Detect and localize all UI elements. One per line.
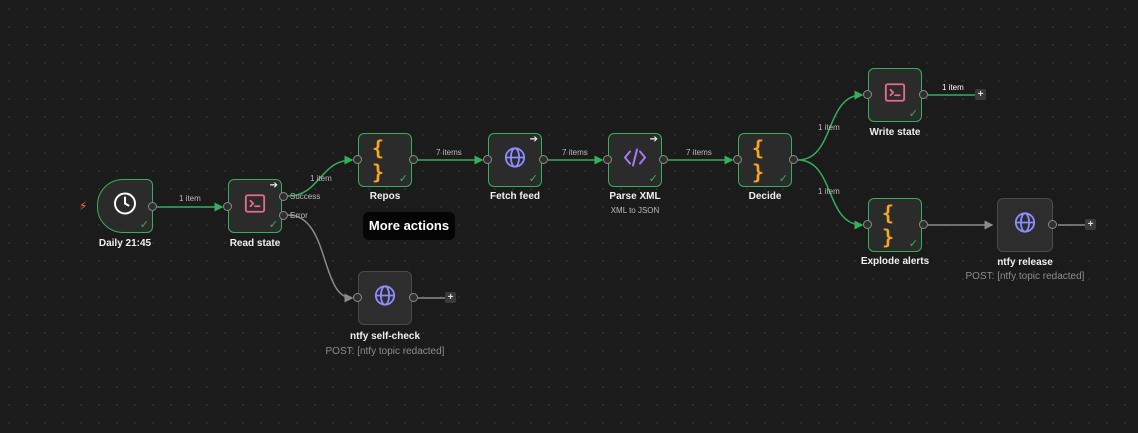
node-fetch-feed[interactable]: ➔ ✓ [488, 133, 542, 187]
code-braces-icon: { } [752, 136, 765, 184]
node-explode-alerts-output-handle[interactable] [919, 220, 928, 229]
success-check-icon: ✓ [528, 173, 538, 185]
node-repos-output-handle[interactable] [409, 155, 418, 164]
node-explode-alerts-label: Explode alerts [860, 256, 930, 267]
output-label-error: Error [290, 211, 308, 220]
trigger-bolt-icon: ⚡ [79, 199, 88, 213]
node-write-state-output-handle[interactable] [919, 90, 928, 99]
edge-label-fetch-parse: 7 items [562, 148, 588, 157]
node-repos-label: Repos [369, 191, 401, 202]
run-arrow-icon: ➔ [649, 134, 658, 145]
node-read-state-input-handle[interactable] [223, 202, 232, 211]
globe-icon [1014, 212, 1036, 239]
node-write-state[interactable]: ✓ [868, 68, 922, 122]
node-explode-alerts-input-handle[interactable] [863, 220, 872, 229]
node-read-state[interactable]: ➔ ✓ [228, 179, 282, 233]
node-ntfy-release[interactable] [997, 198, 1053, 252]
success-check-icon: ✓ [778, 173, 788, 185]
connections-layer [157, 90, 1085, 303]
node-write-state-input-handle[interactable] [863, 90, 872, 99]
edge-label-parse-decide: 7 items [686, 148, 712, 157]
terminal-icon [884, 82, 906, 109]
add-node-button-release[interactable]: + [1085, 219, 1096, 230]
node-decide[interactable]: { } ✓ [738, 133, 792, 187]
success-check-icon: ✓ [908, 238, 918, 250]
node-read-state-success-handle[interactable] [279, 192, 288, 201]
node-ntfy-selfcheck[interactable] [358, 271, 412, 325]
node-decide-output-handle[interactable] [789, 155, 798, 164]
node-daily-output-handle[interactable] [148, 202, 157, 211]
node-parse-xml[interactable]: ➔ ✓ [608, 133, 662, 187]
success-check-icon: ✓ [398, 173, 408, 185]
more-actions-tooltip: More actions [363, 212, 455, 240]
node-decide-label: Decide [748, 191, 782, 202]
edge-label-repos-fetch: 7 items [436, 148, 462, 157]
node-fetch-feed-output-handle[interactable] [539, 155, 548, 164]
node-fetch-feed-label: Fetch feed [489, 191, 540, 202]
code-brackets-icon [623, 147, 647, 174]
node-ntfy-selfcheck-input-handle[interactable] [353, 293, 362, 302]
globe-icon [374, 285, 396, 312]
node-ntfy-release-label: ntfy release [997, 257, 1053, 268]
node-read-state-label: Read state [229, 238, 281, 249]
node-write-state-label: Write state [869, 127, 921, 138]
node-parse-xml-label: Parse XML [609, 191, 661, 202]
node-ntfy-release-sublabel: POST: [ntfy topic redacted] [965, 271, 1085, 282]
globe-icon [504, 147, 526, 174]
node-read-state-error-handle[interactable] [279, 211, 288, 220]
success-check-icon: ✓ [268, 219, 278, 231]
success-check-icon: ✓ [139, 219, 149, 231]
node-parse-xml-sublabel: XML to JSON [610, 206, 660, 215]
run-arrow-icon: ➔ [529, 134, 538, 145]
code-braces-icon: { } [882, 201, 895, 249]
edge-label-read-repos: 1 item [310, 174, 332, 183]
node-parse-xml-input-handle[interactable] [603, 155, 612, 164]
node-ntfy-release-output-handle[interactable] [1048, 220, 1057, 229]
node-fetch-feed-input-handle[interactable] [483, 155, 492, 164]
node-ntfy-selfcheck-label: ntfy self-check [349, 331, 421, 342]
success-check-icon: ✓ [908, 108, 918, 120]
run-arrow-icon: ➔ [269, 180, 278, 191]
node-daily-trigger[interactable]: ✓ [97, 179, 153, 233]
node-repos[interactable]: { } ✓ [358, 133, 412, 187]
edge-label-daily-read: 1 item [179, 194, 201, 203]
clock-icon [113, 192, 137, 221]
node-explode-alerts[interactable]: { } ✓ [868, 198, 922, 252]
add-node-button-selfcheck[interactable]: + [445, 292, 456, 303]
node-ntfy-selfcheck-sublabel: POST: [ntfy topic redacted] [325, 346, 445, 357]
terminal-icon [244, 193, 266, 220]
edge-read-selfcheck [287, 214, 354, 303]
node-ntfy-selfcheck-output-handle[interactable] [409, 293, 418, 302]
node-decide-input-handle[interactable] [733, 155, 742, 164]
code-braces-icon: { } [372, 136, 385, 184]
success-check-icon: ✓ [648, 173, 658, 185]
add-node-button-write[interactable]: + [975, 89, 986, 100]
edge-label-write-out: 1 item [942, 83, 964, 92]
node-daily-label: Daily 21:45 [98, 238, 152, 249]
node-repos-input-handle[interactable] [353, 155, 362, 164]
node-parse-xml-output-handle[interactable] [659, 155, 668, 164]
